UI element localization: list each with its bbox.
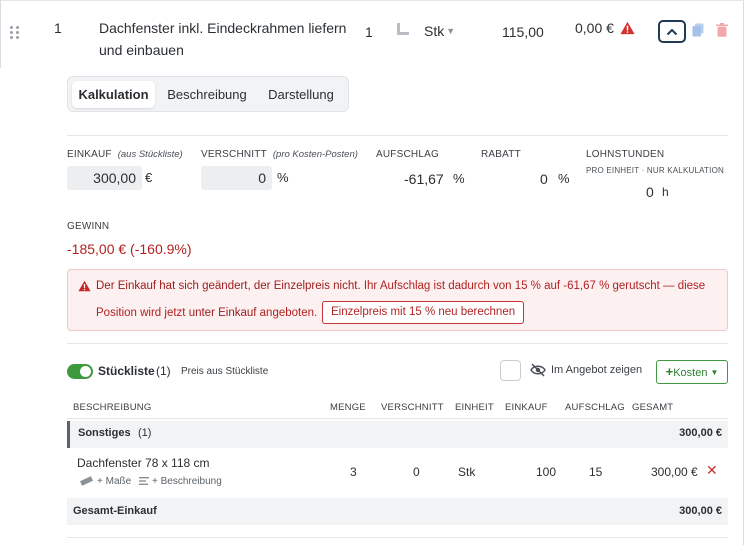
- add-kosten-button[interactable]: +Kosten ▼: [656, 360, 728, 384]
- lohnstunden-label: LOHNSTUNDEN: [586, 149, 665, 160]
- aufschlag-input[interactable]: -61,67: [404, 171, 444, 187]
- alert-strong-text: Der Einkauf hat sich geändert, der Einze…: [96, 280, 361, 292]
- lohnstunden-hint: PRO EINHEIT · NUR KALKULATION: [586, 166, 724, 175]
- ruler-icon: [80, 476, 93, 486]
- unit-value: Stk: [424, 23, 445, 39]
- item-gesamt: 300,00 €: [651, 465, 698, 479]
- stueckliste-label: Stückliste: [98, 364, 155, 378]
- collapse-button[interactable]: [658, 20, 686, 43]
- col-header-einheit: EINHEIT: [455, 402, 494, 413]
- add-masse-link[interactable]: + Maße: [97, 476, 131, 487]
- rabatt-label: RABATT: [481, 149, 521, 160]
- position-number: 1: [54, 20, 62, 36]
- col-header-verschnitt: VERSCHNITT: [381, 402, 444, 413]
- position-total: 0,00 €: [575, 20, 614, 36]
- item-name[interactable]: Dachfenster 78 x 118 cm: [77, 456, 210, 470]
- tab-beschreibung[interactable]: Beschreibung: [162, 81, 252, 108]
- copy-icon[interactable]: [692, 23, 704, 37]
- chevron-down-icon: ▼: [710, 368, 719, 377]
- warning-icon: [620, 21, 635, 35]
- gewinn-label: GEWINN: [67, 221, 110, 232]
- add-beschreibung-link[interactable]: + Beschreibung: [152, 476, 222, 487]
- unit-price[interactable]: 115,00: [502, 24, 544, 40]
- chevron-up-icon: [666, 28, 678, 35]
- detail-tabs: Kalkulation Beschreibung Darstellung: [67, 76, 349, 112]
- einkauf-hint: (aus Stückliste): [117, 149, 183, 160]
- position-description[interactable]: Dachfenster inkl. Eindeckrahmen liefern …: [99, 17, 349, 61]
- gewinn-value: -185,00 € (-160.9%): [67, 241, 192, 257]
- warning-icon: [78, 280, 91, 292]
- text-lines-icon: [139, 477, 149, 485]
- item-verschnitt[interactable]: 0: [413, 465, 420, 479]
- col-header-gesamt: GESAMT: [632, 402, 674, 413]
- einkauf-label-text: EINKAUF: [67, 149, 112, 160]
- col-header-einkauf: EINKAUF: [505, 402, 548, 413]
- verschnitt-input[interactable]: 0: [201, 166, 272, 190]
- section-divider: [67, 135, 728, 136]
- section-divider: [67, 343, 728, 344]
- alert-text1: Ihr Aufschlag ist dadurch von 15 % auf -…: [360, 280, 706, 292]
- group-total: 300,00 €: [679, 427, 722, 439]
- lohnstunden-input[interactable]: 0: [646, 184, 654, 200]
- verschnitt-label-text: VERSCHNITT: [201, 149, 267, 160]
- price-warning-alert: Der Einkauf hat sich geändert, der Einze…: [67, 269, 728, 331]
- aufschlag-label: AUFSCHLAG: [376, 149, 439, 160]
- sum-row: Gesamt-Einkauf 300,00 €: [67, 498, 728, 525]
- lohnstunden-unit: h: [662, 185, 669, 199]
- show-in-offer-label: Im Angebot zeigen: [551, 364, 643, 376]
- unit-select[interactable]: Stk ▼: [424, 23, 455, 39]
- position-quantity[interactable]: 1: [365, 24, 373, 40]
- col-header-beschreibung: BESCHREIBUNG: [73, 402, 152, 413]
- stueckliste-count: (1): [156, 364, 171, 378]
- alert-text2a: Position wird jetzt: [96, 307, 189, 319]
- tab-kalkulation[interactable]: Kalkulation: [72, 81, 155, 108]
- aufschlag-unit: %: [453, 171, 465, 186]
- ruler-icon[interactable]: [396, 22, 410, 36]
- table-header-divider: [67, 418, 728, 419]
- verschnitt-label: VERSCHNITT (pro Kosten-Posten): [201, 149, 358, 160]
- group-count: (1): [138, 427, 152, 439]
- group-name: Sonstiges: [78, 427, 131, 439]
- stueckliste-toggle[interactable]: [67, 364, 93, 379]
- position-editor: 1 Dachfenster inkl. Eindeckrahmen liefer…: [0, 0, 744, 545]
- bottom-divider: [67, 537, 728, 538]
- recalculate-price-button[interactable]: Einzelpreis mit 15 % neu berechnen: [322, 301, 525, 324]
- alert-text2b: unter Einkauf: [188, 307, 257, 319]
- alert-text2c: angeboten.: [256, 307, 318, 319]
- chevron-down-icon: ▼: [446, 26, 456, 36]
- top-divider: [0, 0, 744, 1]
- sum-label: Gesamt-Einkauf: [73, 505, 157, 517]
- rabatt-input[interactable]: 0: [540, 171, 548, 187]
- trash-icon[interactable]: [716, 23, 728, 37]
- verschnitt-hint: (pro Kosten-Posten): [272, 149, 358, 160]
- alert-text-line1: Der Einkauf hat sich geändert, der Einze…: [96, 280, 705, 292]
- sum-total: 300,00 €: [679, 505, 722, 517]
- col-header-aufschlag: AUFSCHLAG: [565, 402, 625, 413]
- tab-darstellung[interactable]: Darstellung: [259, 81, 343, 108]
- delete-item-icon[interactable]: ✕: [706, 462, 718, 479]
- left-border: [0, 0, 1, 68]
- verschnitt-unit: %: [277, 170, 289, 185]
- alert-text-line2: Position wird jetzt unter Einkauf angebo…: [96, 307, 317, 319]
- item-menge[interactable]: 3: [350, 465, 357, 479]
- item-einheit[interactable]: Stk: [458, 465, 475, 479]
- item-einkauf[interactable]: 100: [536, 465, 556, 479]
- col-header-menge: MENGE: [330, 402, 366, 413]
- group-row[interactable]: Sonstiges (1) 300,00 €: [67, 421, 728, 448]
- eye-off-icon: [530, 363, 546, 377]
- einkauf-unit: €: [145, 170, 153, 185]
- rabatt-unit: %: [558, 171, 570, 186]
- drag-handle-icon[interactable]: [10, 26, 20, 39]
- kosten-button-label: Kosten: [673, 367, 708, 379]
- item-aufschlag[interactable]: 15: [589, 465, 602, 479]
- stueckliste-note: Preis aus Stückliste: [181, 366, 269, 377]
- einkauf-input[interactable]: 300,00: [67, 166, 142, 190]
- show-in-offer-checkbox[interactable]: [500, 360, 521, 381]
- einkauf-label: EINKAUF (aus Stückliste): [67, 149, 183, 160]
